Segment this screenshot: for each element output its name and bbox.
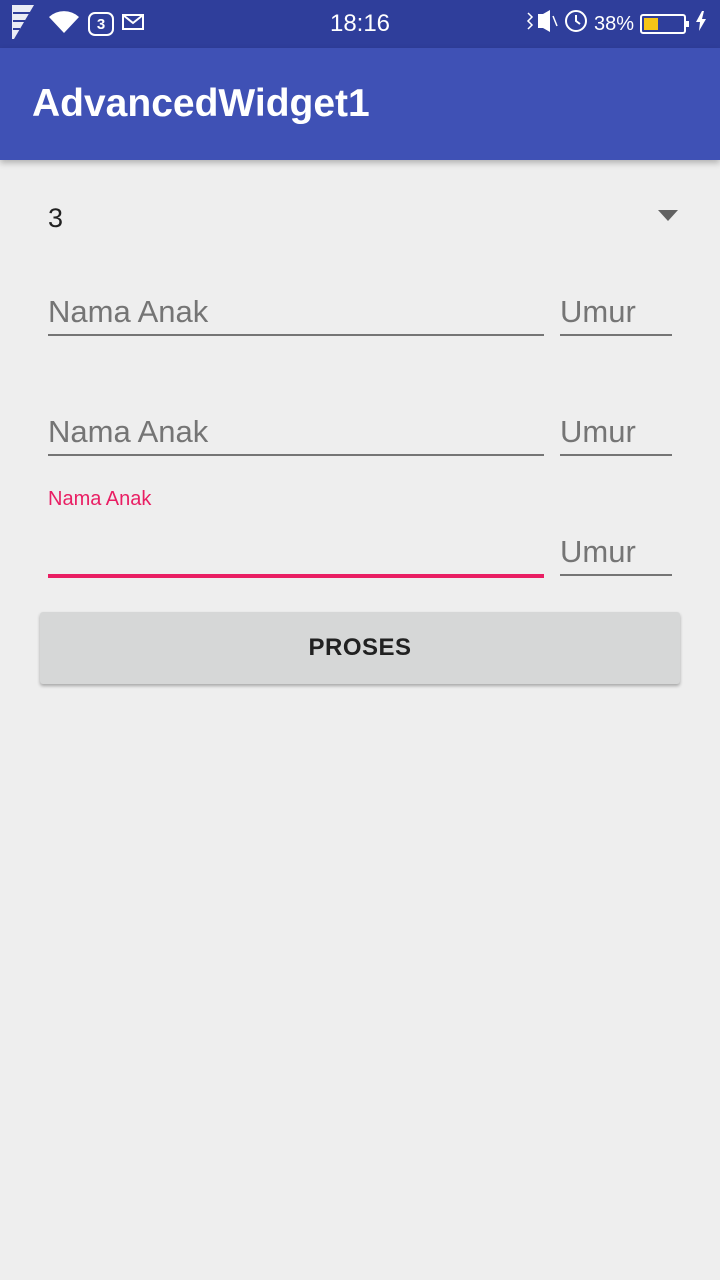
child-name-input-2[interactable]: Nama Anak — [48, 402, 544, 456]
input-underline — [48, 454, 544, 456]
child-age-input-2[interactable]: Umur — [560, 402, 672, 456]
battery-percent: 38% — [593, 12, 634, 35]
charging-icon — [696, 11, 706, 37]
child-name-floating-label-3: Nama Anak — [48, 488, 152, 510]
child-age-hint-3: Umur — [560, 534, 636, 569]
input-underline — [48, 334, 544, 336]
input-underline — [560, 574, 672, 576]
child-age-input-3[interactable]: Umur — [560, 522, 672, 576]
child-name-input-1[interactable]: Nama Anak — [48, 282, 544, 336]
child-age-hint-1: Umur — [560, 294, 636, 329]
child-name-input-3[interactable]: Nama Anak — [48, 488, 544, 578]
child-name-hint-2: Nama Anak — [48, 414, 209, 449]
app-title: AdvancedWidget1 — [32, 82, 370, 125]
proses-button[interactable]: PROSES — [40, 612, 680, 684]
battery-level-fill — [644, 18, 658, 30]
app-bar: AdvancedWidget1 — [0, 48, 720, 160]
battery-icon — [640, 14, 689, 34]
count-spinner[interactable]: 3 — [40, 180, 690, 256]
alarm-icon — [564, 9, 588, 39]
child-age-input-1[interactable]: Umur — [560, 282, 672, 336]
input-underline — [560, 334, 672, 336]
child-age-hint-2: Umur — [560, 414, 636, 449]
dropdown-arrow-icon — [658, 210, 678, 221]
input-underline-focused — [48, 574, 544, 578]
status-right: 38% — [526, 5, 706, 43]
vibrate-icon — [526, 10, 558, 38]
input-underline — [560, 454, 672, 456]
spinner-selected-value: 3 — [48, 203, 64, 233]
status-bar: 3 18:16 38% — [0, 0, 720, 48]
child-name-hint-1: Nama Anak — [48, 294, 209, 329]
